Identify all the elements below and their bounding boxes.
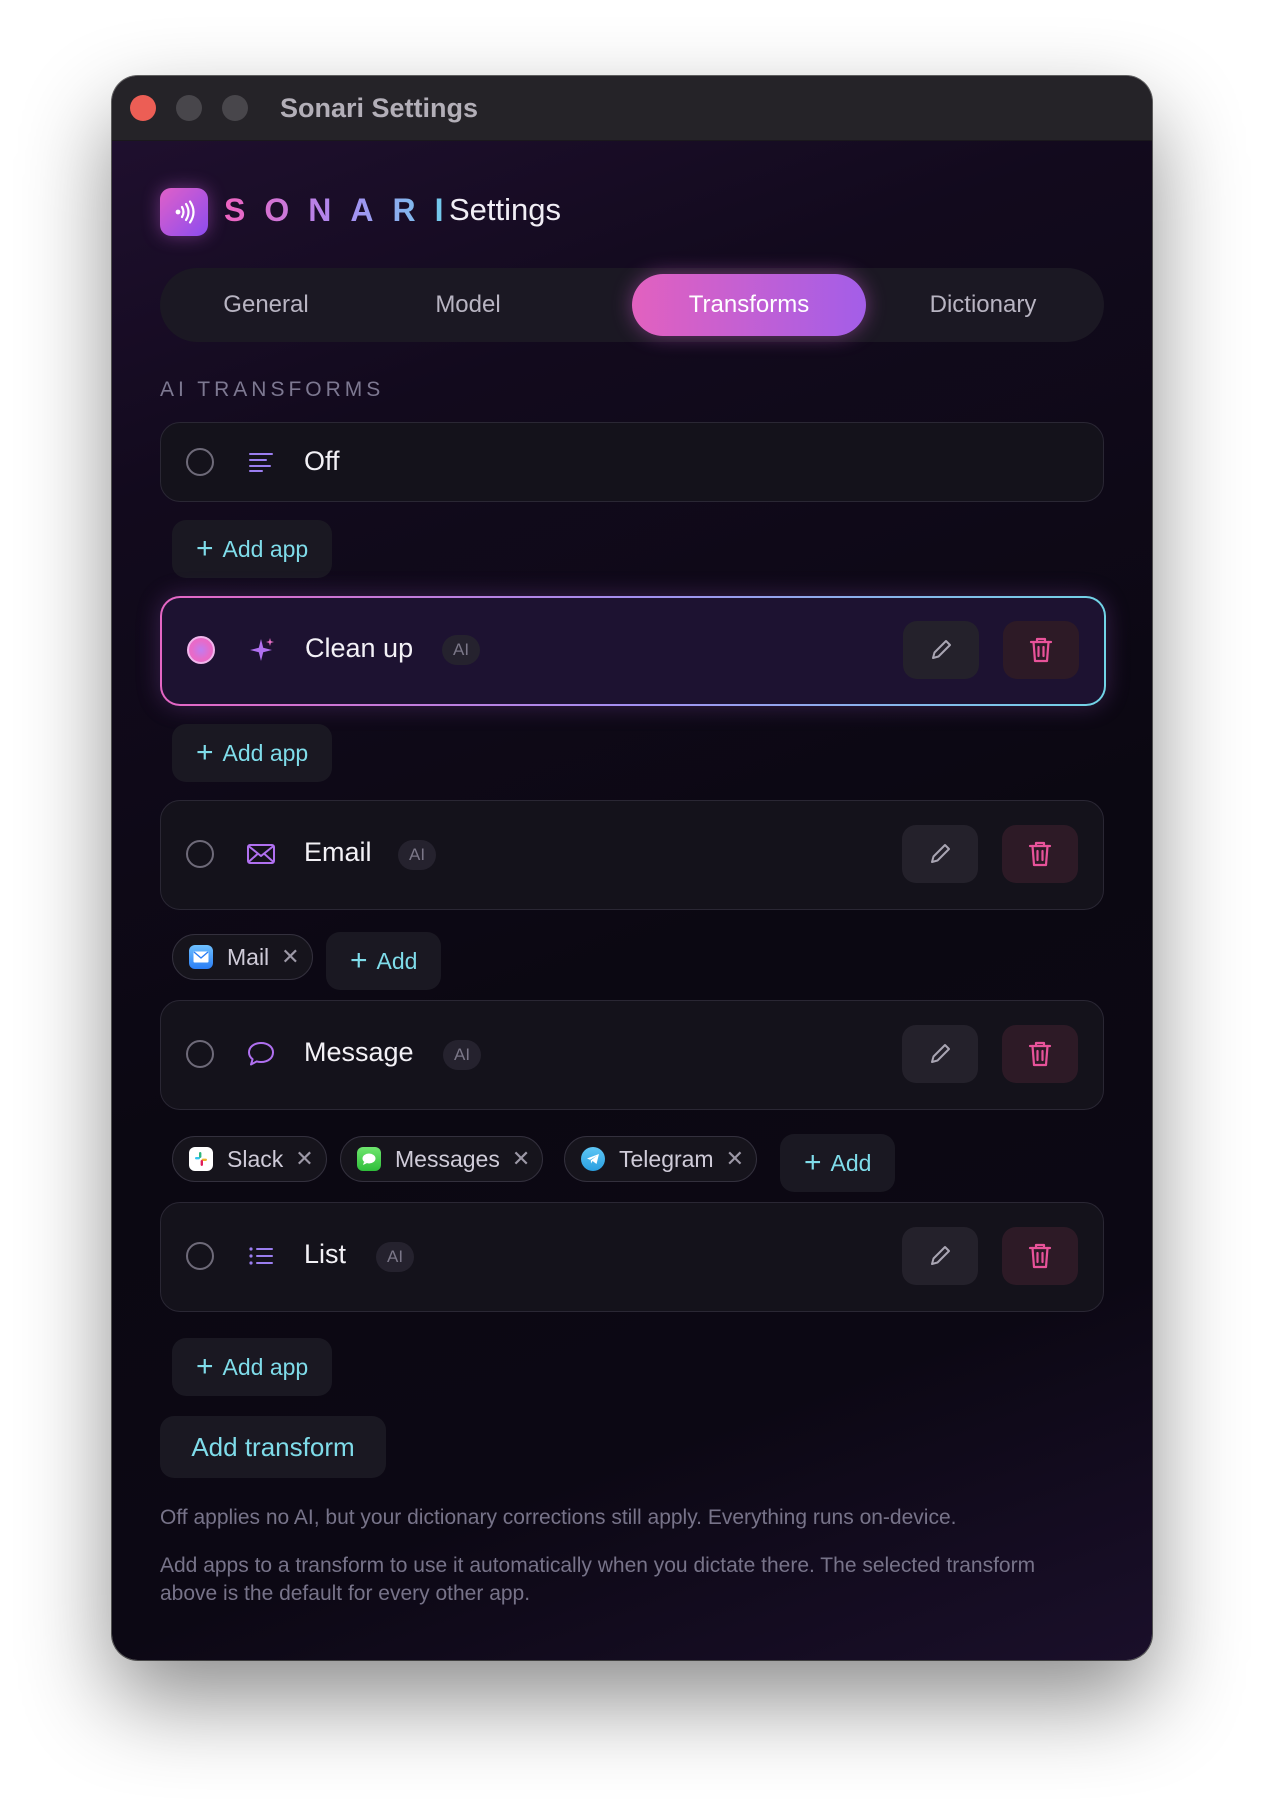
remove-app-icon[interactable]: ✕: [512, 1146, 530, 1172]
sound-waves-icon: [175, 200, 195, 224]
transform-card-clean-up[interactable]: Clean up AI: [160, 596, 1106, 706]
pencil-icon: [931, 1246, 950, 1265]
remove-app-icon[interactable]: ✕: [281, 944, 299, 970]
telegram-app-icon: [581, 1147, 605, 1171]
help-note: Add apps to a transform to use it automa…: [160, 1554, 1036, 1605]
transform-name: Off: [304, 446, 340, 476]
plus-icon: +: [350, 944, 368, 977]
edit-button[interactable]: [902, 1025, 978, 1083]
remove-app-icon[interactable]: ✕: [726, 1146, 744, 1172]
app-chip-telegram: Telegram ✕: [564, 1136, 758, 1182]
delete-button[interactable]: [1002, 825, 1078, 883]
add-app-button[interactable]: + Add app: [172, 724, 333, 782]
plus-icon: +: [196, 1350, 214, 1383]
add-app-button[interactable]: + Add: [780, 1134, 896, 1192]
pencil-icon: [931, 1044, 950, 1063]
app-chip-label: Mail: [227, 943, 270, 970]
transform-radio[interactable]: [186, 1040, 214, 1068]
tab-general[interactable]: General: [166, 274, 366, 336]
transform-name: Email: [304, 837, 372, 867]
minimize-window-button[interactable]: [176, 95, 202, 121]
slack-app-icon: [189, 1147, 213, 1171]
add-app-button[interactable]: + Add app: [172, 1338, 333, 1396]
transform-name: Message: [304, 1037, 414, 1067]
transform-radio[interactable]: [186, 448, 214, 476]
app-chip-label: Messages: [395, 1145, 500, 1172]
section-label: AI TRANSFORMS: [160, 378, 385, 401]
mail-app-icon: [189, 945, 213, 969]
trash-icon: [1028, 1243, 1052, 1269]
transform-radio[interactable]: [186, 1242, 214, 1270]
align-left-icon: [246, 447, 276, 477]
transform-radio[interactable]: [186, 840, 214, 868]
plus-icon: +: [196, 532, 214, 565]
close-window-button[interactable]: [130, 95, 156, 121]
transform-card-email[interactable]: Email AI: [160, 800, 1104, 910]
ai-badge: AI: [443, 1040, 482, 1070]
ai-badge: AI: [442, 635, 481, 665]
ai-badge: AI: [376, 1242, 415, 1272]
transform-card-list[interactable]: List AI: [160, 1202, 1104, 1312]
trash-icon: [1028, 841, 1052, 867]
delete-button[interactable]: [1003, 621, 1079, 679]
window-title: Sonari Settings: [280, 93, 479, 123]
page-title: Settings: [449, 192, 562, 227]
title-bar: Sonari Settings: [112, 76, 1152, 141]
delete-button[interactable]: [1002, 1227, 1078, 1285]
list-icon: [246, 1241, 276, 1271]
edit-button[interactable]: [902, 1227, 978, 1285]
add-app-label: Add app: [222, 535, 309, 562]
settings-window: Sonari Settings SONARI Settings General …: [112, 76, 1152, 1660]
add-transform-button[interactable]: Add transform: [160, 1416, 386, 1478]
app-chip-slack: Slack ✕: [172, 1136, 327, 1182]
add-label: Add: [376, 947, 418, 974]
sonari-logo-icon: [160, 188, 208, 236]
chat-bubble-icon: [246, 1039, 276, 1069]
add-app-label: Add app: [222, 1353, 309, 1380]
transform-card-message[interactable]: Message AI: [160, 1000, 1104, 1110]
edit-button[interactable]: [902, 825, 978, 883]
messages-app-icon: [357, 1147, 381, 1171]
tab-dictionary[interactable]: Dictionary: [868, 274, 1098, 336]
pencil-icon: [931, 844, 950, 863]
brand-wordmark: SONARI: [224, 192, 463, 228]
plus-icon: +: [196, 736, 214, 769]
add-app-button[interactable]: + Add: [326, 932, 442, 990]
transform-name: Clean up: [305, 633, 414, 663]
delete-button[interactable]: [1002, 1025, 1078, 1083]
help-note: Off applies no AI, but your dictionary c…: [160, 1506, 957, 1529]
app-chip-label: Slack: [227, 1145, 284, 1172]
ai-badge: AI: [398, 840, 437, 870]
add-app-label: Add app: [222, 739, 309, 766]
zoom-window-button[interactable]: [222, 95, 248, 121]
edit-button[interactable]: [903, 621, 979, 679]
transform-name: List: [304, 1239, 347, 1269]
trash-icon: [1029, 637, 1053, 663]
transform-radio-selected[interactable]: [187, 636, 215, 664]
tab-transforms[interactable]: Transforms: [632, 274, 866, 336]
app-chip-messages: Messages ✕: [340, 1136, 544, 1182]
app-chip-mail: Mail ✕: [172, 934, 313, 980]
transform-card-off[interactable]: Off: [160, 422, 1104, 502]
plus-icon: +: [804, 1146, 822, 1179]
sparkle-icon: [247, 635, 277, 665]
app-chip-label: Telegram: [619, 1145, 714, 1172]
envelope-icon: [246, 839, 276, 869]
tab-bar: General Model Transforms Dictionary: [160, 268, 1104, 342]
pencil-icon: [932, 640, 951, 659]
tab-model[interactable]: Model: [368, 274, 568, 336]
trash-icon: [1028, 1041, 1052, 1067]
add-app-button[interactable]: + Add app: [172, 520, 333, 578]
remove-app-icon[interactable]: ✕: [295, 1146, 313, 1172]
add-label: Add: [830, 1149, 872, 1176]
